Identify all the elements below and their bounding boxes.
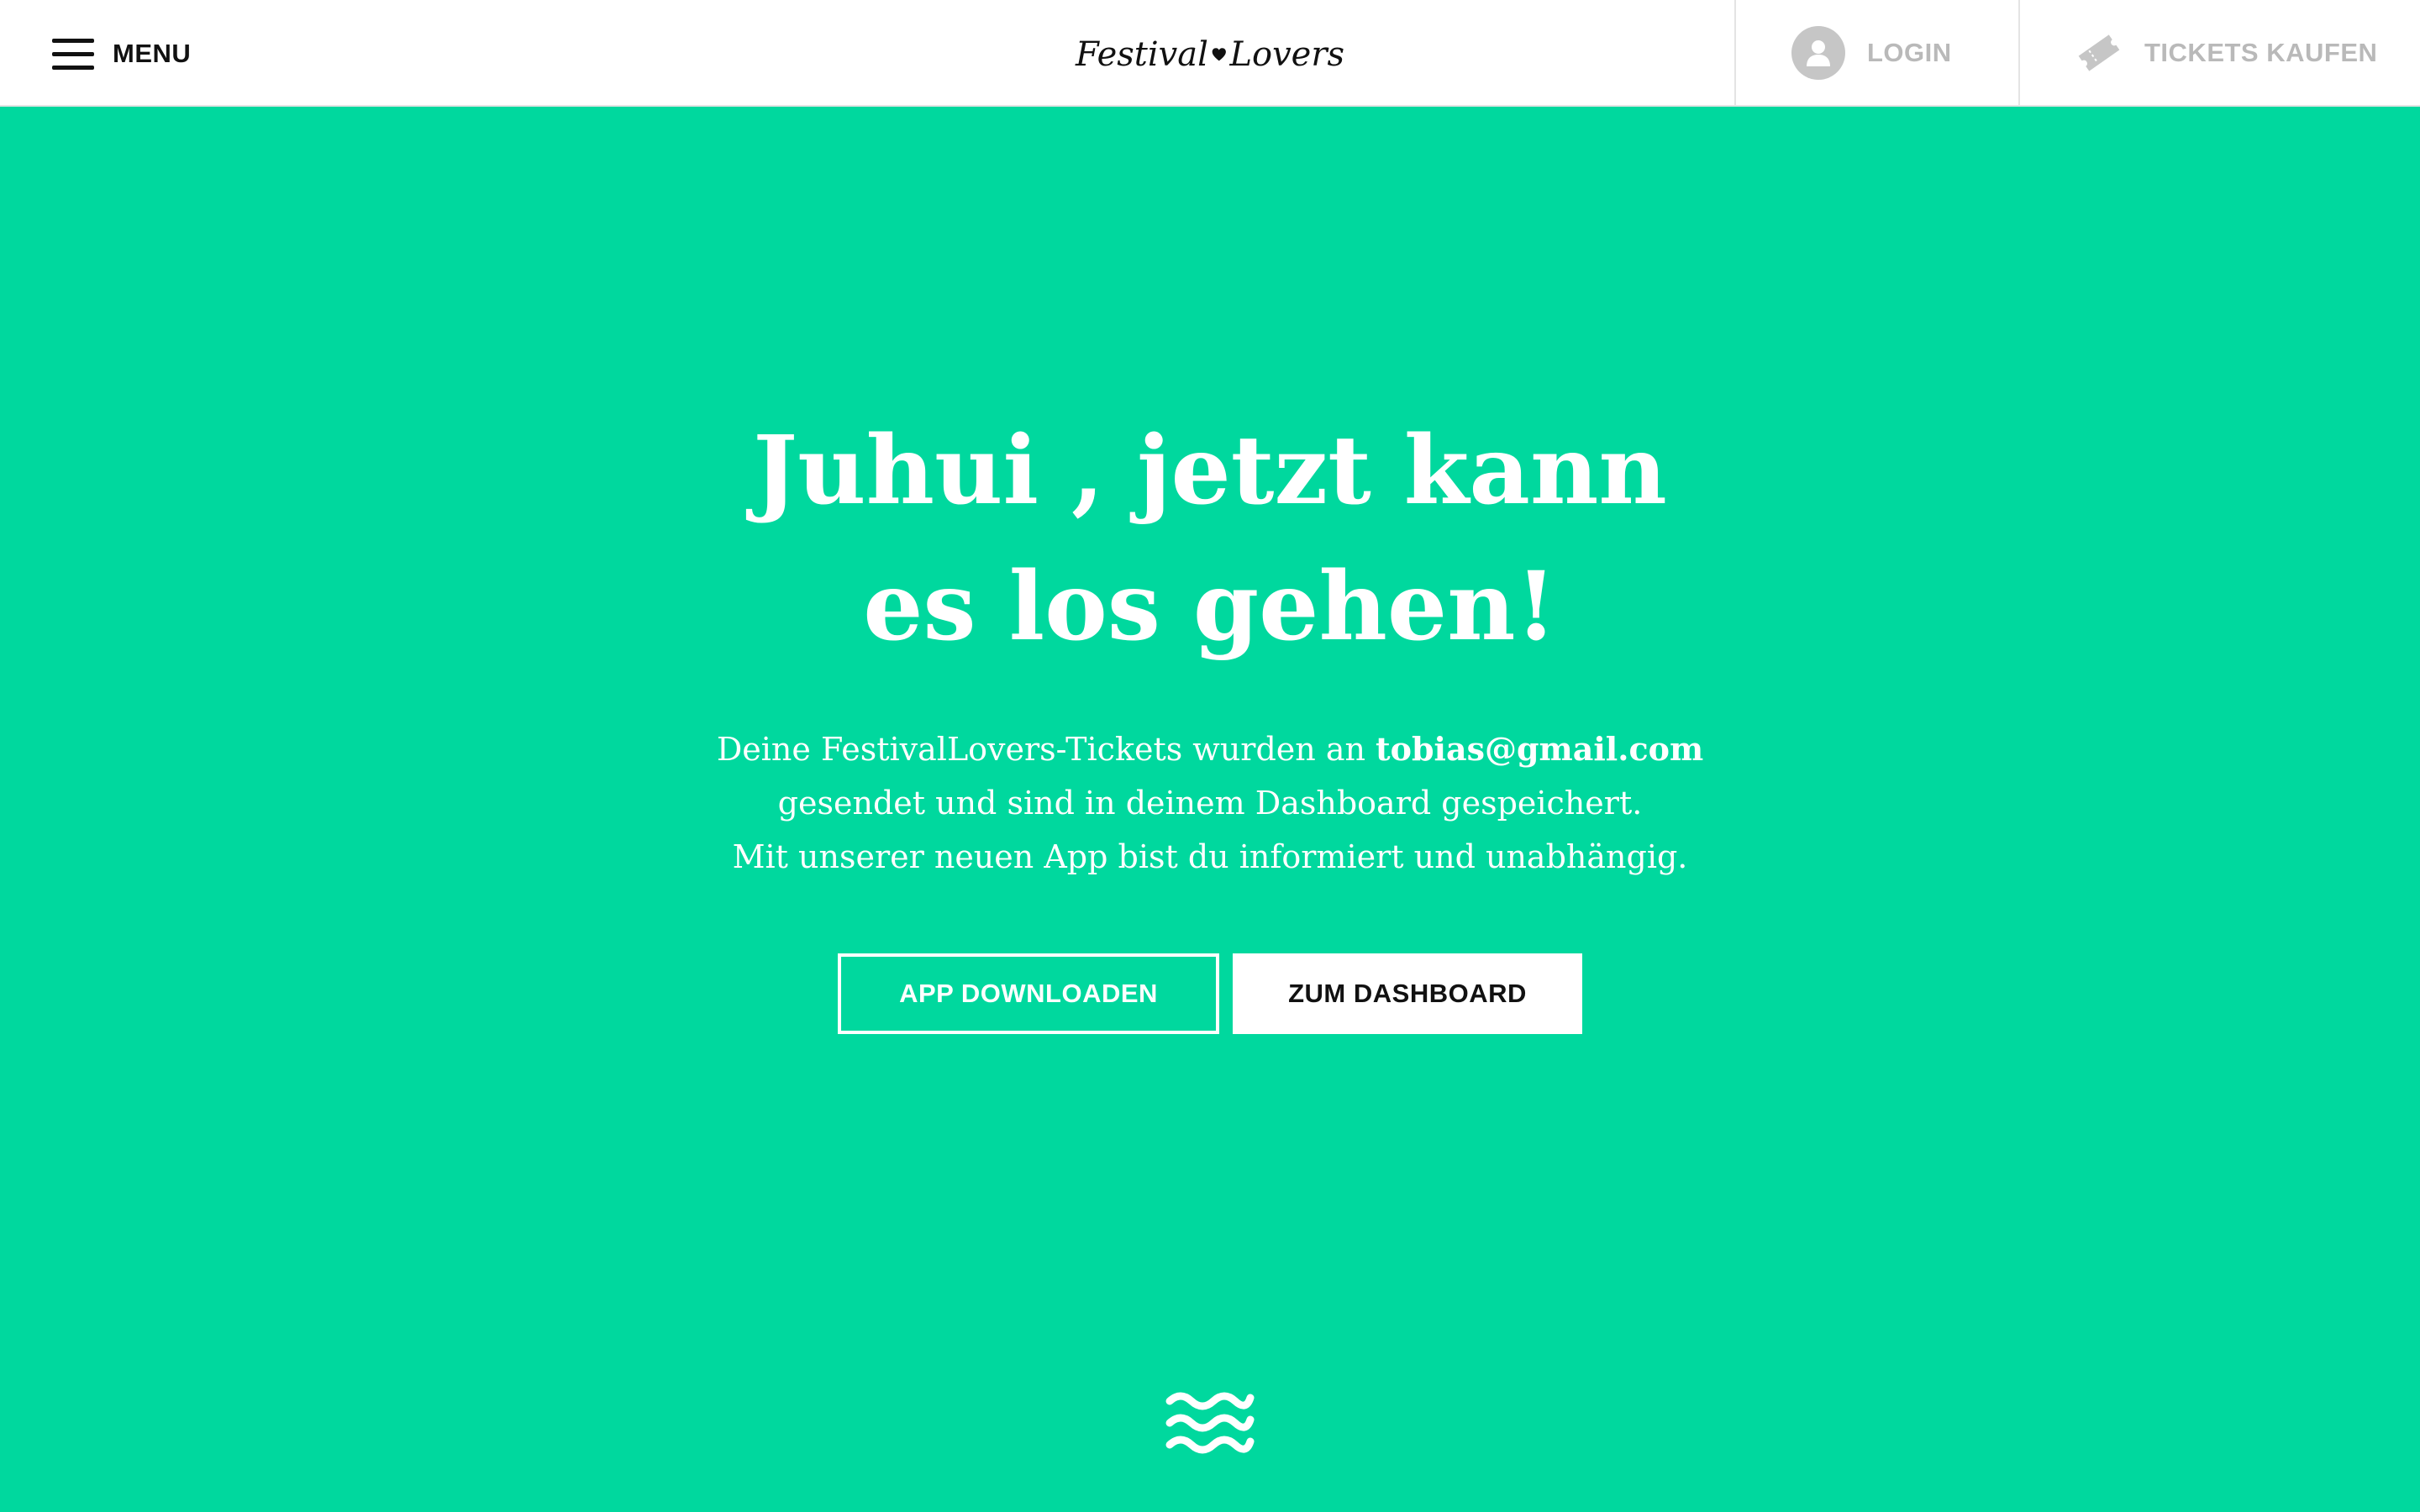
- waves-icon: [1165, 1392, 1255, 1454]
- menu-button[interactable]: MENU: [52, 34, 191, 74]
- action-buttons: APP DOWNLOADEN ZUM DASHBOARD: [0, 953, 2420, 1034]
- dashboard-button[interactable]: ZUM DASHBOARD: [1233, 953, 1582, 1034]
- top-navigation-bar: MENU Festival Lovers LOGIN TICKETS KAUFE…: [0, 0, 2420, 107]
- headline-line-2: es los gehen!: [863, 552, 1557, 662]
- ticket-icon: [2078, 34, 2120, 71]
- login-button[interactable]: LOGIN: [1734, 0, 2018, 105]
- confirmation-hero: Juhui , jetzt kann es los gehen! Deine F…: [0, 403, 2420, 884]
- recipient-email: tobias@gmail.com: [1376, 730, 1704, 768]
- message-line-1-text: Deine FestivalLovers-Tickets wurden an: [716, 731, 1376, 768]
- heart-icon: [1212, 48, 1226, 61]
- login-label: LOGIN: [1867, 37, 1952, 67]
- logo-text-lovers: Lovers: [1229, 35, 1344, 74]
- tickets-kaufen-label: TICKETS KAUFEN: [2144, 37, 2378, 67]
- page-title: Juhui , jetzt kann es los gehen!: [0, 403, 2420, 675]
- festival-lovers-logo[interactable]: Festival Lovers: [1076, 25, 1344, 84]
- hamburger-icon: [52, 37, 94, 71]
- menu-label: MENU: [113, 39, 192, 68]
- headline-line-1: Juhui , jetzt kann: [753, 416, 1667, 526]
- logo-text-festival: Festival: [1076, 35, 1208, 74]
- message-line-3: Mit unserer neuen App bist du informiert…: [732, 838, 1688, 875]
- user-icon: [1791, 25, 1845, 80]
- app-download-button[interactable]: APP DOWNLOADEN: [838, 953, 1219, 1034]
- message-line-2: gesendet und sind in deinem Dashboard ge…: [777, 785, 1643, 822]
- confirmation-message: Deine FestivalLovers-Tickets wurden an t…: [0, 722, 2420, 884]
- tickets-kaufen-button[interactable]: TICKETS KAUFEN: [2018, 0, 2420, 105]
